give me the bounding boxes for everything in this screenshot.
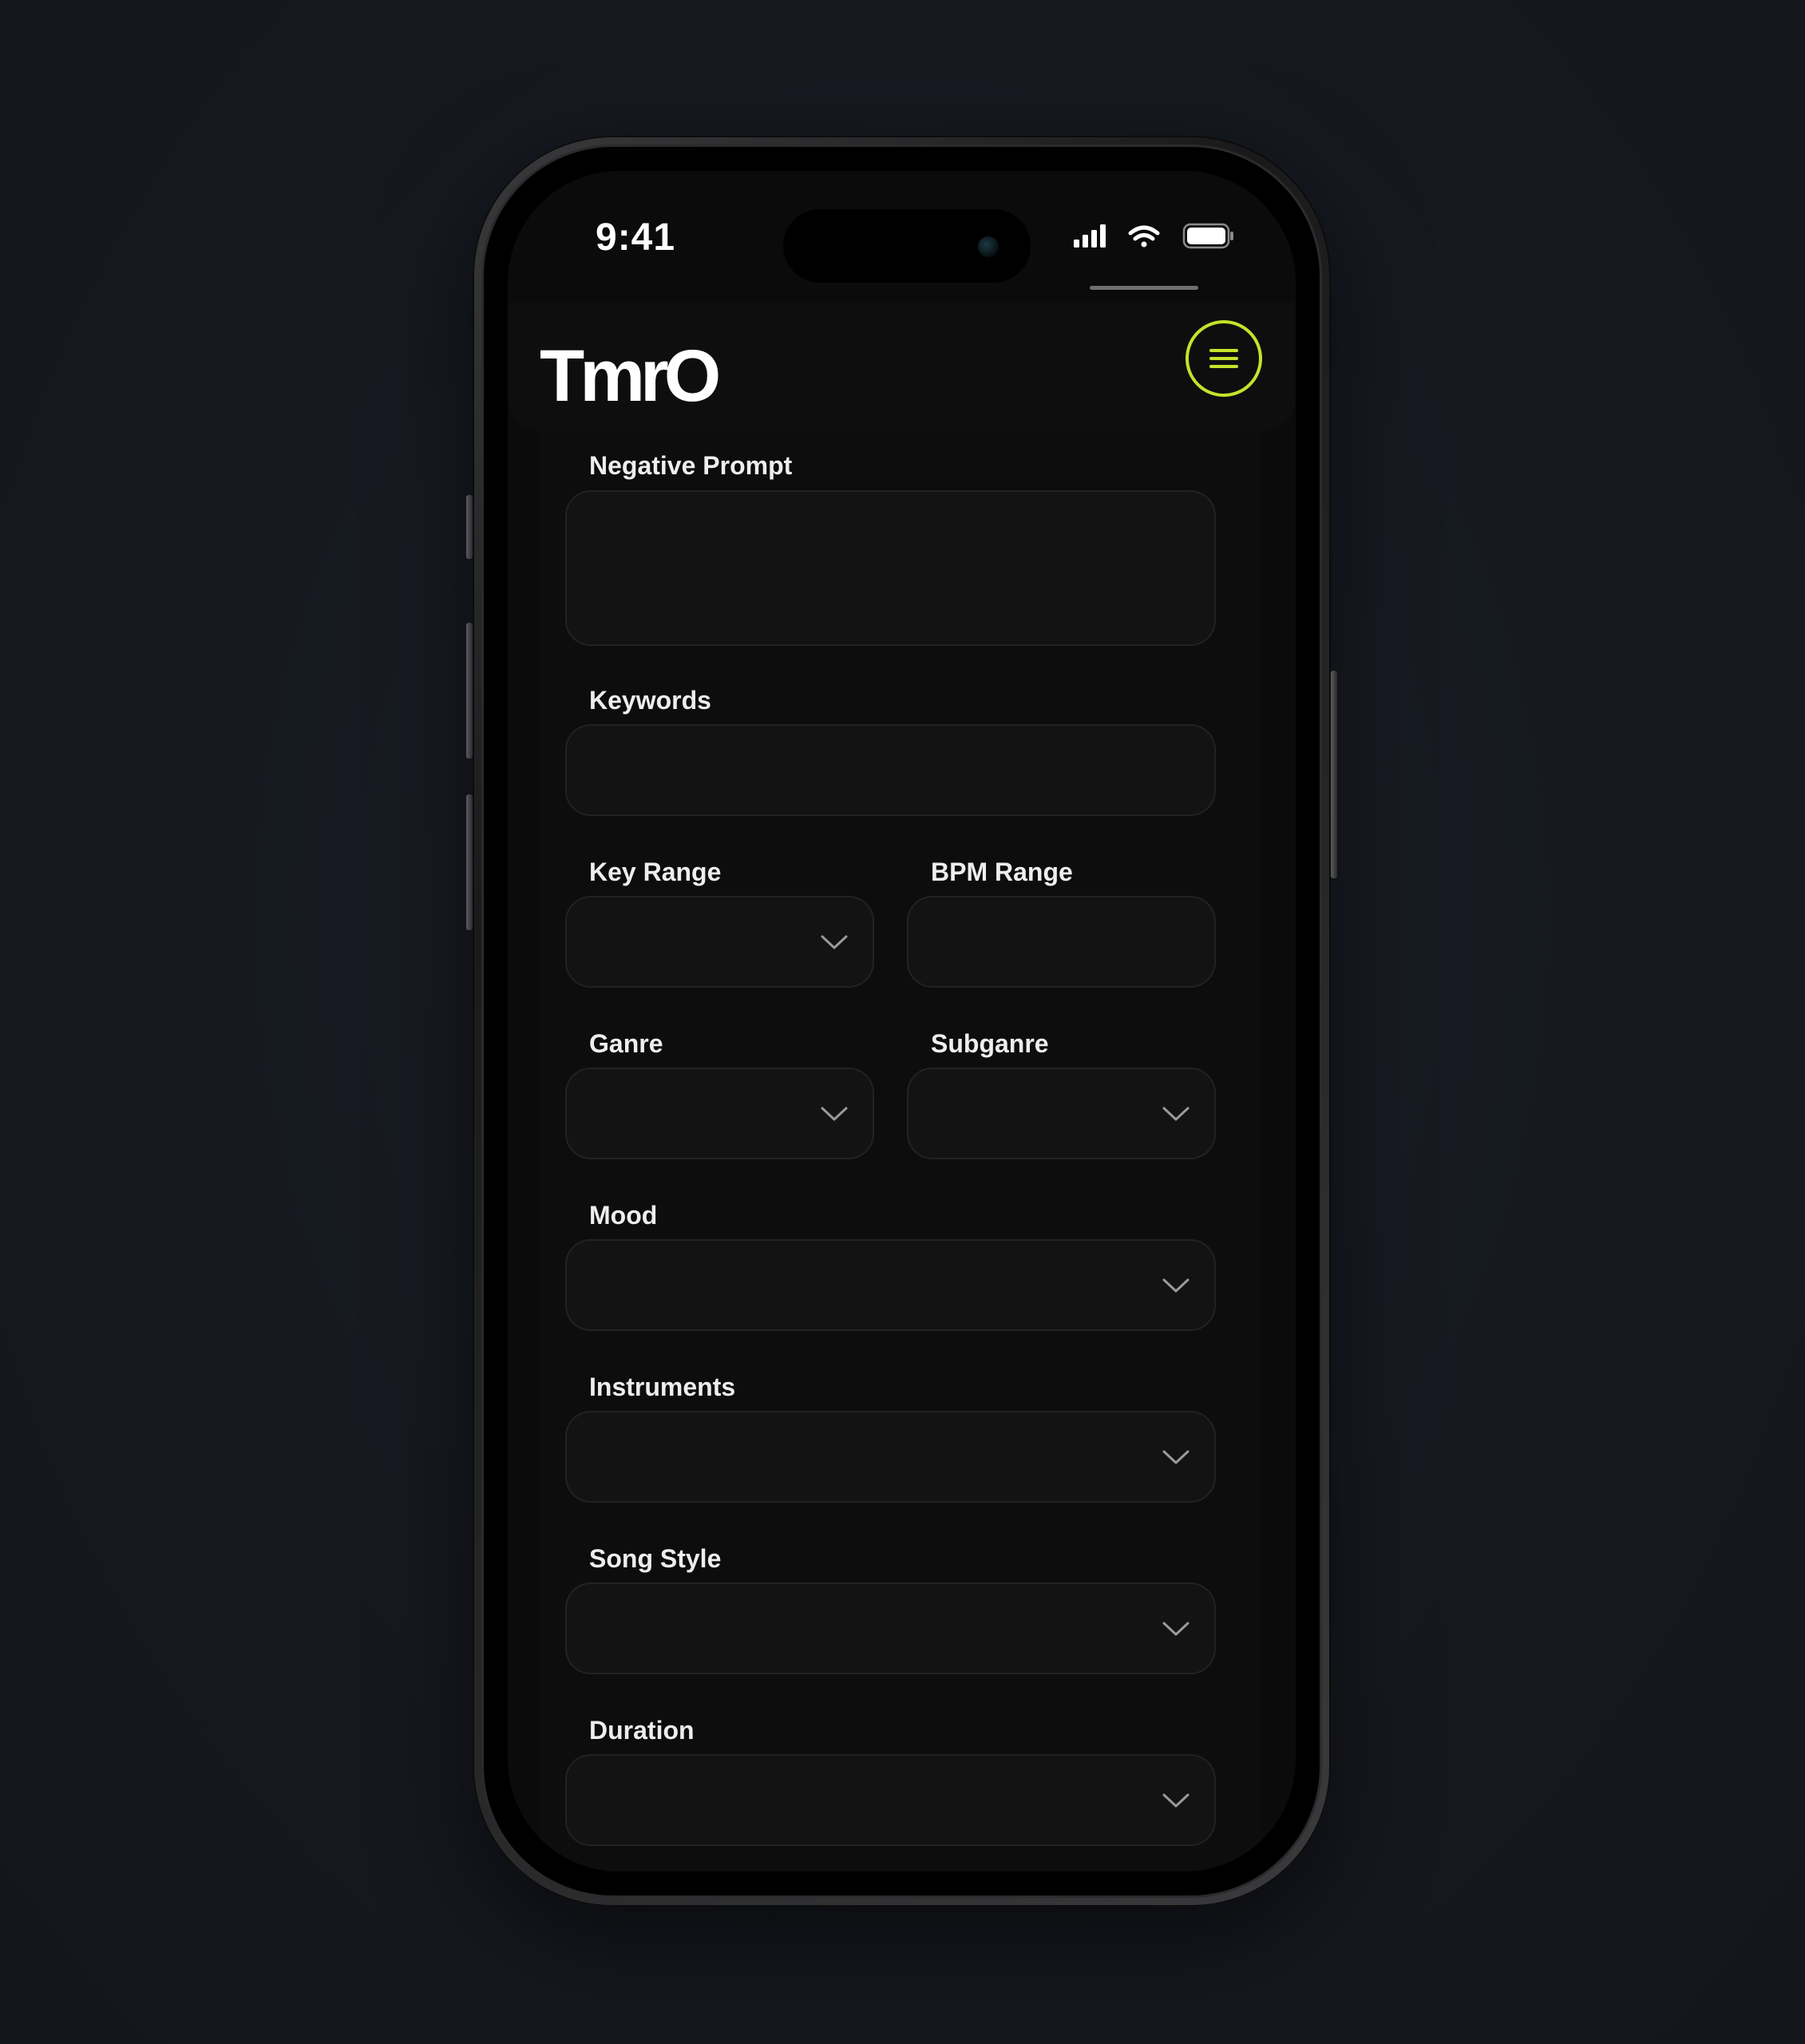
wifi-icon	[1128, 225, 1160, 248]
action-button	[466, 495, 473, 559]
genre-select[interactable]	[565, 1068, 874, 1159]
key-range-label: Key Range	[589, 858, 722, 886]
volume-up-button	[466, 623, 473, 759]
power-button	[1331, 671, 1337, 878]
status-indicator-line	[1090, 286, 1198, 290]
instruments-label: Instruments	[589, 1373, 736, 1401]
chevron-down-icon	[1162, 1622, 1189, 1635]
chevron-down-icon	[1162, 1107, 1189, 1120]
key-range-select[interactable]	[565, 896, 874, 988]
song-style-label: Song Style	[589, 1544, 722, 1573]
front-camera	[978, 236, 999, 257]
menu-button[interactable]	[1186, 320, 1262, 397]
chevron-down-icon	[821, 1107, 848, 1120]
negative-prompt-textarea[interactable]	[565, 490, 1216, 646]
status-icons	[1074, 220, 1233, 252]
chevron-down-icon	[1162, 1793, 1189, 1807]
phone-frame: 9:41 TmrO Negative Prompt Keywords Key R…	[466, 136, 1337, 1907]
volume-down-button	[466, 794, 473, 930]
genre-label: Ganre	[589, 1029, 663, 1058]
duration-label: Duration	[589, 1716, 695, 1745]
mood-select[interactable]	[565, 1239, 1216, 1331]
mood-label: Mood	[589, 1201, 658, 1230]
screen: 9:41 TmrO Negative Prompt Keywords Key R…	[508, 171, 1296, 1872]
signal-icon	[1074, 224, 1106, 248]
status-time: 9:41	[596, 216, 676, 259]
keywords-label: Keywords	[589, 686, 711, 715]
song-style-select[interactable]	[565, 1583, 1216, 1674]
bpm-range-input[interactable]	[907, 896, 1216, 988]
keywords-input[interactable]	[565, 724, 1216, 816]
instruments-select[interactable]	[565, 1411, 1216, 1503]
subgenre-label: Subganre	[931, 1029, 1049, 1058]
chevron-down-icon	[821, 935, 848, 949]
app-logo: TmrO	[540, 335, 721, 417]
phone-bezel: 9:41 TmrO Negative Prompt Keywords Key R…	[484, 147, 1320, 1895]
form-panel: Negative Prompt Keywords Key Range BPM R…	[540, 430, 1261, 1872]
negative-prompt-label: Negative Prompt	[589, 451, 793, 480]
chevron-down-icon	[1162, 1278, 1189, 1292]
app-header: TmrO	[508, 303, 1296, 430]
chevron-down-icon	[1162, 1450, 1189, 1464]
dynamic-island	[783, 209, 1031, 283]
duration-select[interactable]	[565, 1754, 1216, 1846]
bpm-range-label: BPM Range	[931, 858, 1073, 886]
subgenre-select[interactable]	[907, 1068, 1216, 1159]
hamburger-menu-icon	[1209, 349, 1238, 368]
battery-icon	[1182, 223, 1233, 249]
